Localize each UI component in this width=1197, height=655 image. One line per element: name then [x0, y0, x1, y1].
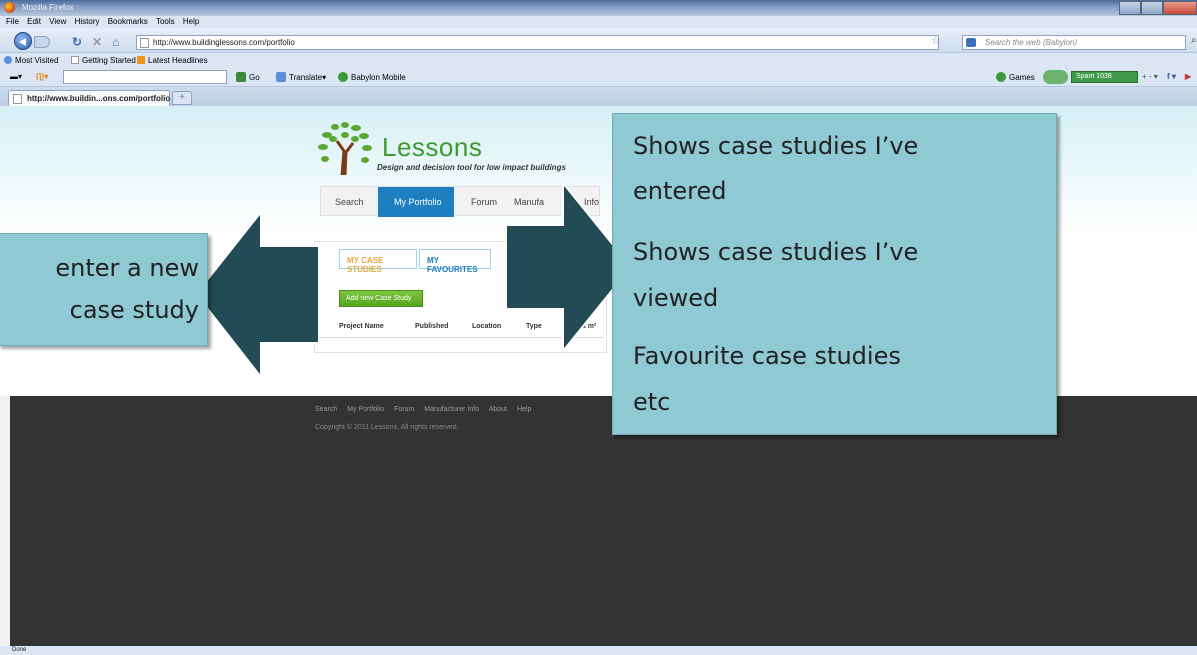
firefox-icon — [4, 2, 15, 13]
copyright-text: Copyright © 2011 Lessons, All rights res… — [315, 424, 459, 431]
search-icon[interactable]: ⌕ — [1191, 35, 1197, 46]
translate-icon — [276, 72, 286, 82]
toolbar-search-input[interactable] — [63, 70, 227, 84]
menu-history[interactable]: History — [75, 17, 100, 26]
site-tagline: Design and decision tool for low impact … — [377, 163, 566, 172]
callout-right-line-6: etc — [633, 388, 671, 416]
reload-icon[interactable]: ↻ — [72, 35, 82, 49]
column-project-name[interactable]: Project Name — [339, 323, 384, 330]
footer-link-forum[interactable]: Forum — [394, 406, 414, 413]
spam-count: Spam 1038 — [1076, 73, 1112, 80]
nav-search[interactable]: Search — [335, 197, 364, 207]
games-button[interactable]: Games — [996, 72, 1035, 82]
eye-icon[interactable] — [1043, 70, 1068, 84]
window-title: Mozilla Firefox — [22, 3, 74, 12]
page-margin — [0, 396, 10, 646]
translate-button[interactable]: Translate▾ — [276, 72, 326, 82]
forward-button[interactable] — [34, 36, 50, 48]
flag-icon[interactable]: ▬▾ — [10, 72, 22, 81]
go-icon — [236, 72, 246, 82]
footer-link-search[interactable]: Search — [315, 406, 337, 413]
go-button[interactable]: Go — [236, 72, 260, 82]
status-bar: Done — [0, 646, 1197, 655]
addon-toolbar: ▬▾ (ƪ)▾ Go Translate▾ Babylon Mobile Gam… — [0, 67, 1197, 87]
youtube-icon[interactable]: ▶ — [1185, 72, 1191, 81]
most-visited-icon — [4, 56, 12, 64]
nav-my-portfolio[interactable]: My Portfolio — [378, 187, 454, 217]
footer-links: Search My Portfolio Forum Manufacturer I… — [315, 406, 539, 413]
tab-portfolio[interactable]: http://www.buildin...ons.com/portfolio — [8, 90, 170, 106]
callout-right-line-1: Shows case studies I’ve — [633, 132, 919, 160]
rss-icon — [137, 56, 145, 64]
maximize-button[interactable] — [1141, 1, 1163, 15]
bookmark-getting-started[interactable]: Getting Started — [71, 56, 136, 65]
navigation-toolbar: ↻ ✕ ⌂ http://www.buildinglessons.com/por… — [0, 28, 1197, 53]
web-search-input[interactable]: Search the web (Babylon) — [962, 35, 1186, 50]
add-case-study-button[interactable]: Add new Case Study — [339, 290, 423, 307]
menu-edit[interactable]: Edit — [27, 17, 41, 26]
callout-right-line-3: Shows case studies I’ve — [633, 238, 919, 266]
window-controls — [1119, 0, 1197, 16]
site-logo-text[interactable]: Lessons — [382, 132, 482, 163]
bookmark-star-icon[interactable]: ☆ — [931, 34, 941, 47]
callout-right-line-2: entered — [633, 177, 727, 205]
nav-forum[interactable]: Forum — [471, 197, 497, 207]
url-input[interactable]: http://www.buildinglessons.com/portfolio — [136, 35, 939, 50]
callout-left-line-1: enter a new — [55, 254, 199, 282]
footer-link-about[interactable]: About — [489, 406, 507, 413]
bookmark-most-visited[interactable]: Most Visited — [4, 56, 58, 65]
menu-bookmarks[interactable]: Bookmarks — [108, 17, 148, 26]
stop-icon[interactable]: ✕ — [92, 35, 102, 49]
menu-view[interactable]: View — [49, 17, 66, 26]
babylon-mobile-icon — [338, 72, 348, 82]
menu-help[interactable]: Help — [183, 17, 199, 26]
back-button[interactable] — [14, 32, 32, 50]
tree-logo-icon — [318, 122, 372, 176]
callout-new-case-study: enter a new case study — [0, 233, 208, 346]
status-text: Done — [12, 647, 27, 653]
tab-title: http://www.buildin...ons.com/portfolio — [27, 94, 171, 103]
menu-file[interactable]: File — [6, 17, 19, 26]
menu-bar: File Edit View History Bookmarks Tools H… — [0, 16, 1197, 28]
page-icon — [140, 38, 149, 48]
spam-counter[interactable]: Spam 1038 — [1071, 71, 1138, 83]
window-titlebar: Mozilla Firefox — [0, 0, 1197, 16]
toolbar-logo-icon[interactable]: (ƪ)▾ — [36, 72, 48, 81]
minimize-button[interactable] — [1119, 1, 1141, 15]
page-icon — [13, 94, 22, 104]
tab-bar: http://www.buildin...ons.com/portfolio + — [0, 87, 1197, 106]
new-tab-button[interactable]: + — [172, 91, 192, 105]
tab-my-favourites[interactable]: MY FAVOURITES — [419, 249, 491, 274]
spam-controls[interactable]: + - ▾ — [1142, 72, 1158, 81]
games-icon — [996, 72, 1006, 82]
callout-tabs-explanation: Shows case studies I’ve entered Shows ca… — [612, 113, 1057, 435]
bookmark-latest-headlines[interactable]: Latest Headlines — [137, 56, 208, 65]
babylon-mobile-button[interactable]: Babylon Mobile — [338, 72, 406, 82]
home-icon[interactable]: ⌂ — [112, 35, 119, 49]
tab-my-case-studies[interactable]: MY CASE STUDIES — [339, 249, 417, 274]
facebook-icon[interactable]: f ▾ — [1167, 72, 1176, 81]
callout-left-line-2: case study — [69, 296, 199, 324]
bookmarks-toolbar: Most Visited Getting Started Latest Head… — [0, 53, 1197, 67]
callout-right-line-5: Favourite case studies — [633, 342, 901, 370]
close-button[interactable] — [1163, 1, 1197, 15]
footer-link-manufacturer-info[interactable]: Manufacturer Info — [424, 406, 479, 413]
search-placeholder: Search the web (Babylon) — [985, 38, 1078, 47]
slide-frame: Mozilla Firefox File Edit View History B… — [0, 0, 1197, 655]
column-location[interactable]: Location — [472, 323, 501, 330]
url-text: http://www.buildinglessons.com/portfolio — [153, 38, 295, 47]
column-published[interactable]: Published — [415, 323, 448, 330]
babylon-search-icon — [966, 38, 976, 47]
footer-link-help[interactable]: Help — [517, 406, 531, 413]
page-icon — [71, 56, 79, 64]
left-arrow-icon — [196, 212, 320, 377]
menu-tools[interactable]: Tools — [156, 17, 175, 26]
callout-right-line-4: viewed — [633, 284, 719, 312]
footer-link-my-portfolio[interactable]: My Portfolio — [347, 406, 384, 413]
